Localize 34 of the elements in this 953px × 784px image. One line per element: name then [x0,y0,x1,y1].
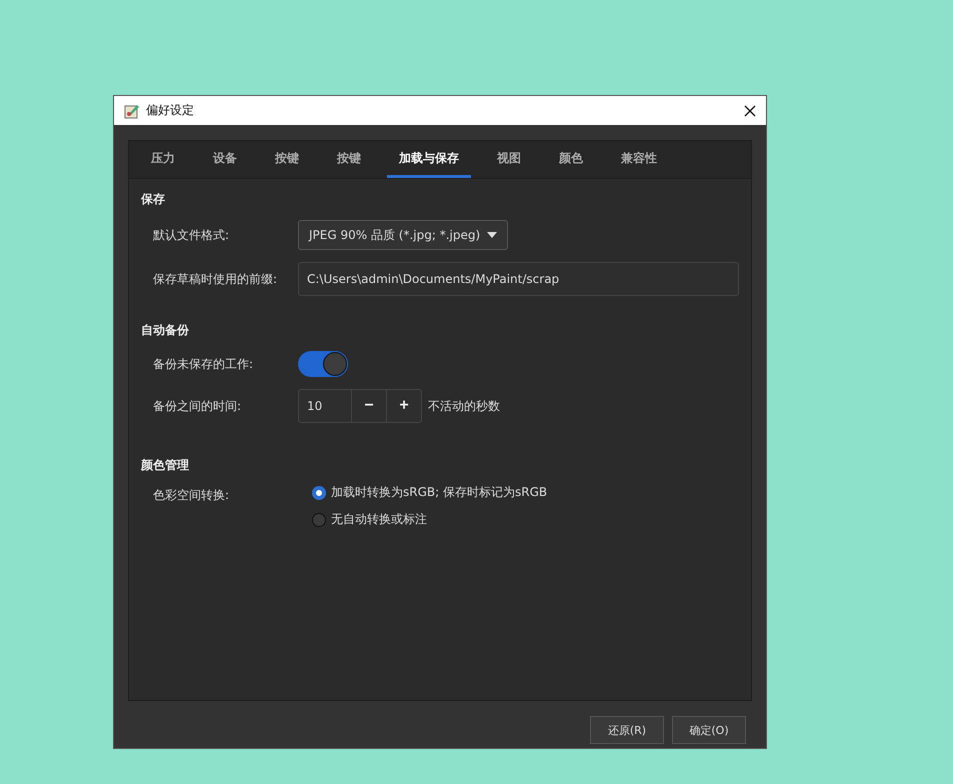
window-title: 偏好设定 [146,102,195,119]
tab[interactable]: 视图 [485,141,533,178]
tab[interactable]: 加载与保存 [387,141,471,178]
radio-button[interactable] [312,486,326,500]
spin-value: 10 [306,398,324,415]
caret-icon [487,232,498,238]
dialog-button[interactable]: 还原(R) [590,716,664,744]
prefix-input[interactable]: C:\Users\admin\Documents/MyPaint/scrap [298,262,739,296]
toggle-switch[interactable] [298,351,348,377]
unit-label: 不活动的秒数 [428,398,500,414]
radio-label: 无自动转换或标注 [331,511,427,528]
decrement-button[interactable]: − [351,390,386,422]
section-heading: 自动备份 [141,322,190,339]
increment-button[interactable]: + [386,390,421,422]
field-label: 备份未保存的工作: [153,356,254,372]
tab[interactable]: 兼容性 [609,141,669,178]
paintbrush-icon [124,102,140,118]
tab[interactable]: 按键 [325,141,373,178]
field-label: 色彩空间转换: [153,487,230,504]
field-label: 保存草稿时使用的前缀: [153,270,278,288]
tab[interactable]: 按键 [263,141,311,178]
field-label: 默认文件格式: [153,226,230,244]
section-heading: 保存 [141,191,166,208]
format-dropdown[interactable]: JPEG 90% 品质 (*.jpg; *.jpeg) [298,220,508,250]
interval-spinbox[interactable]: 10 − + [298,389,422,423]
tab[interactable]: 设备 [201,141,249,178]
close-icon[interactable] [744,104,756,116]
section-heading: 颜色管理 [141,457,190,474]
tab[interactable]: 压力 [139,141,187,178]
dialog-button[interactable]: 确定(O) [672,716,746,744]
radio-button[interactable] [312,512,326,526]
field-label: 备份之间的时间: [153,398,242,414]
tab[interactable]: 颜色 [547,141,595,178]
radio-option[interactable]: 无自动转换或标注 [312,511,548,528]
